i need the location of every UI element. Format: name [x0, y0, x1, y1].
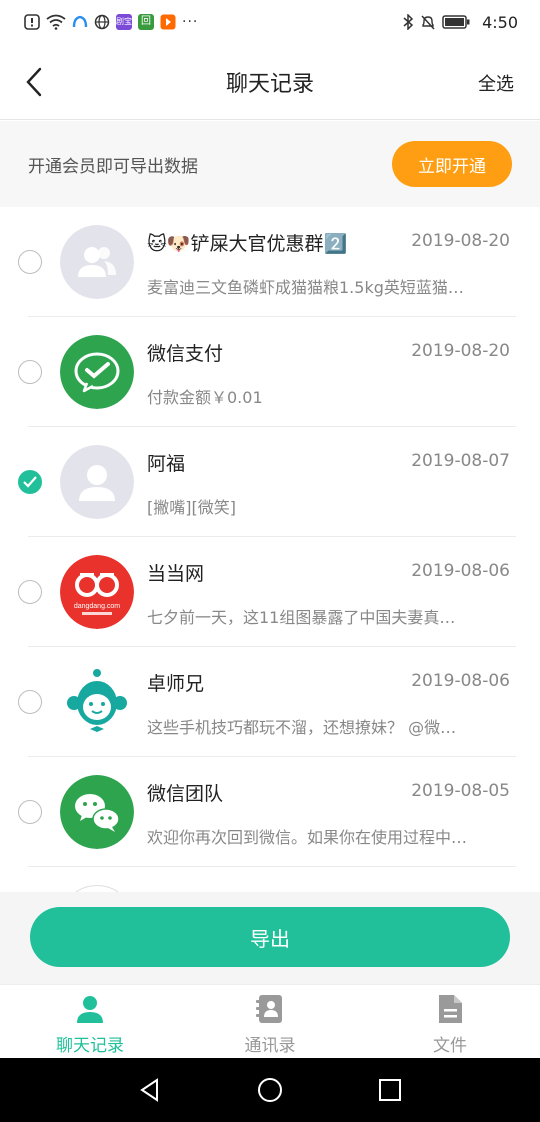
- globe-icon: [94, 14, 110, 30]
- chat-preview: [撇嘴][微笑]: [147, 498, 236, 517]
- chat-preview: 付款金额￥0.01: [147, 388, 263, 407]
- chat-preview: 七夕前一天，这11组图暴露了中国夫妻真…: [147, 608, 456, 627]
- page-title: 聊天记录: [225, 71, 314, 97]
- chat-name: 🐱🐶铲屎大官优惠群2️⃣: [147, 233, 348, 255]
- alert-icon: [24, 14, 40, 30]
- tab-bar: 聊天记录 通讯录 文件: [0, 984, 540, 1058]
- wifi-icon: [46, 14, 66, 30]
- chat-preview: 这些手机技巧都玩不溜，还想撩妹？ @微…: [147, 718, 457, 737]
- chat-name: 微信团队: [147, 783, 224, 805]
- play-app-icon: [160, 14, 176, 30]
- dangdang-logo: dangdang.com: [60, 555, 134, 629]
- contacts-icon: [256, 995, 282, 1023]
- battery-icon: [442, 15, 470, 29]
- navbar: 聊天记录 全选: [0, 44, 540, 120]
- status-bar-right: 4:50: [402, 13, 518, 32]
- chat-row[interactable]: [0, 867, 540, 892]
- system-nav-bar: [0, 1058, 540, 1122]
- chat-preview: 欢迎你再次回到微信。如果你在使用过程中…: [147, 828, 468, 847]
- export-button[interactable]: 导出: [30, 907, 510, 967]
- check-icon: [23, 476, 37, 488]
- wechat-pay-icon: [60, 335, 134, 409]
- dangdang-logo-text: dangdang.com: [74, 603, 120, 610]
- open-vip-button[interactable]: 立即开通: [392, 141, 512, 187]
- person-avatar-icon: [60, 445, 134, 519]
- select-radio[interactable]: [18, 360, 42, 384]
- select-radio[interactable]: [18, 250, 42, 274]
- chat-list: 🐱🐶铲屎大官优惠群2️⃣ 2019-08-20 麦富迪三文鱼磷虾成猫猫粮1.5k…: [0, 207, 540, 892]
- chat-name: 微信支付: [147, 343, 224, 365]
- file-icon: [439, 995, 462, 1023]
- chat-preview: 麦富迪三文鱼磷虾成猫猫粮1.5kg英短蓝猫…: [147, 278, 464, 297]
- chat-row[interactable]: 卓师兄 2019-08-06 这些手机技巧都玩不溜，还想撩妹？ @微…: [0, 647, 540, 757]
- status-bar-left: 剧宝 回 ···: [24, 14, 198, 30]
- chat-name: 卓师兄: [147, 673, 205, 695]
- chat-date: 2019-08-20: [411, 231, 510, 251]
- chat-date: 2019-08-07: [411, 451, 510, 471]
- chat-row[interactable]: 微信支付 2019-08-20 付款金额￥0.01: [0, 317, 540, 427]
- app-badge-icon: 剧宝: [116, 14, 132, 30]
- vip-text: 开通会员即可导出数据: [28, 156, 198, 177]
- vip-banner: 开通会员即可导出数据 立即开通: [0, 121, 540, 207]
- chat-date: 2019-08-05: [411, 781, 510, 801]
- tab-label: 文件: [433, 1036, 467, 1056]
- wechat-team-icon: [60, 775, 134, 849]
- monkey-logo: [60, 665, 134, 739]
- nav-back-icon[interactable]: [137, 1077, 163, 1103]
- back-arrow-icon: [26, 67, 42, 97]
- tab-label: 聊天记录: [56, 1036, 124, 1056]
- chat-date: 2019-08-20: [411, 341, 510, 361]
- tab-label: 通讯录: [244, 1036, 296, 1056]
- select-radio[interactable]: [18, 470, 42, 494]
- chat-row[interactable]: dangdang.com 当当网 2019-08-06 七夕前一天，这11组图暴…: [0, 537, 540, 647]
- select-radio[interactable]: [18, 800, 42, 824]
- chat-row[interactable]: 阿福 2019-08-07 [撇嘴][微笑]: [0, 427, 540, 537]
- chat-row[interactable]: 🐱🐶铲屎大官优惠群2️⃣ 2019-08-20 麦富迪三文鱼磷虾成猫猫粮1.5k…: [0, 207, 540, 317]
- chat-date: 2019-08-06: [411, 671, 510, 691]
- tab-files[interactable]: 文件: [360, 985, 540, 1058]
- person-icon: [77, 996, 103, 1023]
- chat-row[interactable]: 微信团队 2019-08-05 欢迎你再次回到微信。如果你在使用过程中…: [0, 757, 540, 867]
- chat-name: 阿福: [147, 453, 186, 475]
- status-time: 4:50: [482, 12, 518, 32]
- tab-chat-records[interactable]: 聊天记录: [0, 985, 180, 1058]
- back-button[interactable]: [20, 64, 50, 100]
- select-all-button[interactable]: 全选: [478, 70, 514, 96]
- select-radio[interactable]: [18, 580, 42, 604]
- export-area: 导出: [0, 892, 540, 984]
- cloud-app-icon: [72, 15, 88, 28]
- avatar: [60, 885, 134, 892]
- nav-recents-icon[interactable]: [377, 1077, 403, 1103]
- mute-bell-icon: [421, 15, 435, 30]
- chat-name: 当当网: [147, 563, 205, 585]
- chat-date: 2019-08-06: [411, 561, 510, 581]
- nav-home-icon[interactable]: [257, 1077, 283, 1103]
- status-bar: 剧宝 回 ··· 4:50: [0, 0, 540, 44]
- tab-contacts[interactable]: 通讯录: [180, 985, 360, 1058]
- group-avatar-icon: [60, 225, 134, 299]
- app-badge-icon: 回: [138, 14, 154, 30]
- select-radio[interactable]: [18, 690, 42, 714]
- more-notifications-icon: ···: [182, 14, 199, 30]
- bluetooth-icon: [403, 14, 414, 30]
